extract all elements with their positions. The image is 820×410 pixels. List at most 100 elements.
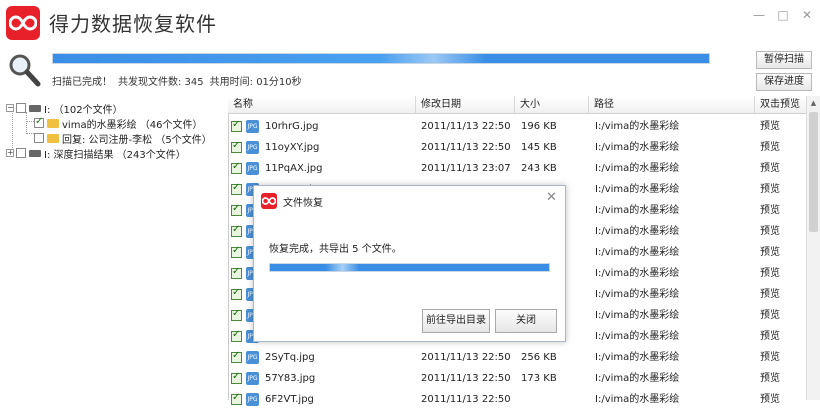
cell-size: 145 KB	[521, 142, 557, 153]
cell-name: 11oyXY.jpg	[265, 142, 320, 153]
cell-preview[interactable]: 预览	[760, 116, 780, 137]
image-file-icon: JPG	[246, 141, 259, 154]
dialog-logo-icon	[261, 193, 277, 209]
folder-icon	[47, 133, 59, 143]
cell-date: 2011/11/13 22:50	[421, 142, 511, 153]
vertical-scrollbar[interactable]: ▲	[806, 96, 820, 400]
row-checkbox[interactable]	[231, 371, 242, 384]
cell-preview[interactable]: 预览	[760, 347, 780, 368]
cell-path: I:/vima的水墨彩绘	[595, 163, 680, 174]
collapse-icon[interactable]: −	[6, 104, 14, 112]
dialog-close-button[interactable]: 关闭	[495, 309, 557, 333]
cell-path: I:/vima的水墨彩绘	[595, 226, 680, 237]
drive-icon	[29, 104, 41, 112]
scan-done-text: 扫描已完成！	[52, 77, 112, 88]
scroll-up-arrow-icon[interactable]: ▲	[807, 96, 820, 110]
scan-progress-bar	[52, 53, 710, 64]
column-header-preview[interactable]: 双击预览	[755, 96, 806, 114]
row-checkbox[interactable]	[231, 266, 242, 279]
cell-path: I:/vima的水墨彩绘	[595, 373, 680, 384]
row-checkbox[interactable]	[231, 203, 242, 216]
open-export-dir-button[interactable]: 前往导出目录	[422, 309, 490, 333]
cell-size: 256 KB	[521, 352, 557, 363]
cell-preview[interactable]: 预览	[760, 200, 780, 221]
image-file-icon: JPG	[246, 351, 259, 364]
tree-item-vima[interactable]: vima的水墨彩绘 （46个文件）	[34, 115, 202, 131]
cell-preview[interactable]: 预览	[760, 263, 780, 284]
files-found-text: 共发现文件数: 345	[118, 77, 204, 88]
scan-progress-fill	[53, 54, 709, 63]
cell-preview[interactable]: 预览	[760, 137, 780, 158]
tree-item-label: I: 深度扫描结果 （243个文件）	[44, 149, 186, 161]
row-checkbox[interactable]	[231, 245, 242, 258]
row-checkbox[interactable]	[231, 329, 242, 342]
recovery-progress-bar	[269, 263, 550, 272]
tree-checkbox[interactable]	[34, 116, 44, 128]
row-checkbox[interactable]	[231, 140, 242, 153]
magnifier-icon	[7, 52, 41, 91]
cell-path: I:/vima的水墨彩绘	[595, 352, 680, 363]
image-file-icon: JPG	[246, 162, 259, 175]
scan-status: 扫描已完成！ 共发现文件数: 345 共用时间: 01分10秒	[52, 73, 308, 88]
row-checkbox[interactable]	[231, 308, 242, 321]
cell-preview[interactable]: 预览	[760, 179, 780, 200]
cell-size: 243 KB	[521, 163, 557, 174]
minimize-button[interactable]: —	[752, 8, 766, 22]
row-checkbox[interactable]	[231, 224, 242, 237]
column-header-size[interactable]: 大小	[515, 96, 589, 114]
table-row[interactable]: JPG 11PqAX.jpg 2011/11/13 23:07 243 KB I:/vi…	[228, 158, 806, 179]
file-list-header: 名称 修改日期 大小 路径 双击预览	[228, 96, 806, 114]
drive-icon	[29, 149, 41, 157]
cell-date: 2011/11/13 23:07	[421, 163, 511, 174]
cell-path: I:/vima的水墨彩绘	[595, 331, 680, 342]
close-window-button[interactable]: ✕	[800, 8, 814, 22]
table-row[interactable]: JPG 2SyTq.jpg 2011/11/13 22:50 256 KB I:/vim…	[228, 347, 806, 368]
table-row[interactable]: JPG 10rhrG.jpg 2011/11/13 22:50 196 KB I:/vi…	[228, 116, 806, 137]
tree-checkbox[interactable]	[16, 103, 26, 113]
expand-icon[interactable]: +	[6, 149, 14, 157]
row-checkbox[interactable]	[231, 182, 242, 195]
dialog-close-icon[interactable]: ✕	[546, 190, 557, 205]
tree-item-drive-i[interactable]: − I: （102个文件）	[6, 100, 123, 116]
tree-item-reply[interactable]: 回复: 公司注册-李松 （5个文件）	[34, 130, 212, 146]
cell-preview[interactable]: 预览	[760, 326, 780, 347]
table-row[interactable]: JPG 11oyXY.jpg 2011/11/13 22:50 145 KB I:/vi…	[228, 137, 806, 158]
cell-path: I:/vima的水墨彩绘	[595, 310, 680, 321]
tree-checkbox[interactable]	[34, 133, 44, 143]
maximize-button[interactable]: □	[776, 8, 790, 22]
cell-preview[interactable]: 预览	[760, 221, 780, 242]
cell-path: I:/vima的水墨彩绘	[595, 205, 680, 216]
dialog-title: 文件恢复	[283, 198, 323, 209]
column-header-path[interactable]: 路径	[589, 96, 755, 114]
tree-checkbox[interactable]	[16, 148, 26, 158]
cell-name: 2SyTq.jpg	[265, 352, 315, 363]
cell-preview[interactable]: 预览	[760, 284, 780, 305]
row-checkbox[interactable]	[231, 161, 242, 174]
tree-item-label: 回复: 公司注册-李松 （5个文件）	[62, 134, 212, 146]
tree-item-deep-scan[interactable]: + I: 深度扫描结果 （243个文件）	[6, 145, 186, 161]
cell-preview[interactable]: 预览	[760, 158, 780, 179]
app-logo-icon	[6, 6, 40, 40]
scrollbar-thumb[interactable]	[809, 112, 818, 232]
save-progress-button[interactable]: 保存进度	[756, 73, 812, 91]
tree-item-label: vima的水墨彩绘 （46个文件）	[62, 119, 203, 131]
cell-preview[interactable]: 预览	[760, 305, 780, 326]
cell-date: 2011/11/13 22:50	[421, 373, 511, 384]
dialog-message: 恢复完成，共导出 5 个文件。	[269, 244, 402, 255]
cell-preview[interactable]: 预览	[760, 242, 780, 263]
column-header-date[interactable]: 修改日期	[416, 96, 515, 114]
table-row[interactable]: JPG 57Y83.jpg 2011/11/13 22:50 173 KB I:/vim…	[228, 368, 806, 389]
pause-scan-button[interactable]: 暂停扫描	[756, 51, 812, 69]
app-title: 得力数据恢复软件	[49, 12, 217, 36]
elapsed-time-text: 共用时间: 01分10秒	[209, 77, 302, 88]
row-checkbox[interactable]	[231, 119, 242, 132]
cell-name: 57Y83.jpg	[265, 373, 316, 384]
cell-name: 11PqAX.jpg	[265, 163, 323, 174]
file-recovery-dialog: 文件恢复 ✕ 恢复完成，共导出 5 个文件。 前往导出目录 关闭	[253, 185, 566, 342]
row-checkbox[interactable]	[231, 287, 242, 300]
title-bar: 得力数据恢复软件 — □ ✕	[0, 0, 820, 46]
cell-preview[interactable]: 预览	[760, 368, 780, 389]
tree-connector	[27, 133, 34, 134]
column-header-name[interactable]: 名称	[228, 96, 416, 114]
row-checkbox[interactable]	[231, 350, 242, 363]
